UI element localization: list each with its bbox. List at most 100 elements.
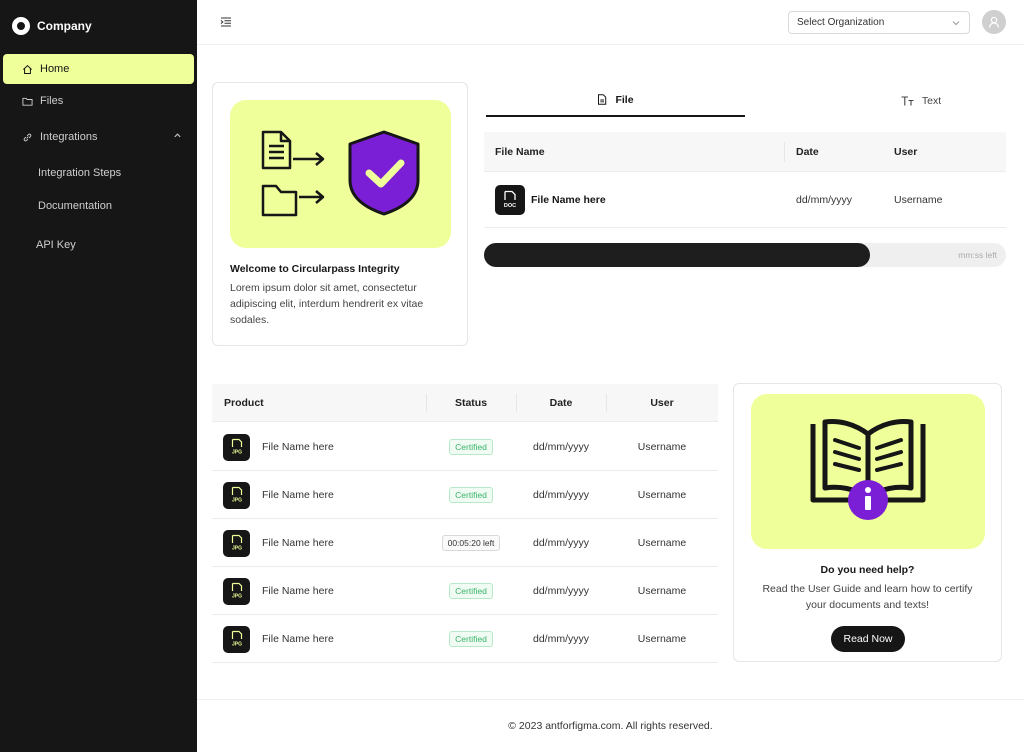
- upload-progress-bar: mm:ss left: [484, 243, 1006, 267]
- table-header: File Name Date User: [484, 132, 1006, 172]
- file-type-label: JPG: [231, 642, 241, 648]
- tab-text[interactable]: Text: [866, 84, 976, 117]
- sidebar: Company Home Files Integrations Integrat…: [0, 0, 197, 752]
- help-illustration: [751, 394, 985, 549]
- tab-file[interactable]: File: [486, 84, 745, 117]
- column-header-file-name: File Name: [495, 146, 545, 158]
- company-logo-icon: [12, 17, 30, 35]
- table-row[interactable]: JPG File Name here Certified dd/mm/yyyy …: [212, 615, 718, 663]
- menu-fold-icon[interactable]: [220, 15, 234, 29]
- document-arrow-icon: [261, 130, 325, 170]
- top-bar: Select Organization: [197, 0, 1024, 45]
- copyright-text: © 2023 antforfigma.com. All rights reser…: [508, 720, 713, 732]
- organization-select-placeholder: Select Organization: [797, 17, 885, 28]
- welcome-card: Welcome to Circularpass Integrity Lorem …: [212, 82, 468, 346]
- file-icon: [597, 94, 607, 105]
- jpg-file-icon: JPG: [223, 529, 250, 557]
- status-badge: Certified: [449, 583, 493, 599]
- link-icon: [21, 131, 33, 143]
- product-user: Username: [637, 633, 687, 645]
- product-user: Username: [637, 441, 687, 453]
- file-name: File Name here: [531, 194, 606, 206]
- sidebar-item-documentation[interactable]: Documentation: [38, 200, 112, 212]
- file-type-label: JPG: [231, 546, 241, 552]
- file-date: dd/mm/yyyy: [796, 194, 853, 206]
- product-user: Username: [637, 489, 687, 501]
- footer: © 2023 antforfigma.com. All rights reser…: [197, 699, 1024, 752]
- product-date: dd/mm/yyyy: [532, 441, 589, 453]
- table-row[interactable]: JPG File Name here Certified dd/mm/yyyy …: [212, 423, 718, 471]
- upload-progress-fill: [484, 243, 871, 267]
- doc-file-icon: DOC: [495, 185, 525, 215]
- verified-shield-icon: [348, 130, 420, 216]
- font-size-icon: [901, 95, 914, 106]
- product-date: dd/mm/yyyy: [532, 633, 589, 645]
- folder-icon: [21, 95, 33, 107]
- chevron-down-icon: [951, 18, 961, 31]
- sidebar-item-integration-steps[interactable]: Integration Steps: [38, 167, 121, 179]
- sidebar-item-api-key[interactable]: API Key: [36, 239, 76, 251]
- column-header-status: Status: [454, 397, 488, 409]
- table-row[interactable]: JPG File Name here 00:05:20 left dd/mm/y…: [212, 519, 718, 567]
- file-user: Username: [894, 194, 943, 206]
- sidebar-item-integrations[interactable]: Integrations: [3, 122, 194, 152]
- status-badge: Certified: [449, 487, 493, 503]
- welcome-illustration: [230, 100, 451, 248]
- read-now-button[interactable]: Read Now: [831, 626, 905, 652]
- file-type-label: DOC: [504, 203, 516, 209]
- uploaded-file-table: File Name Date User DOC File Name here d…: [484, 132, 1006, 228]
- help-title: Do you need help?: [820, 564, 915, 576]
- help-card: Do you need help? Read the User Guide an…: [733, 383, 1002, 662]
- status-badge: Certified: [449, 631, 493, 647]
- sidebar-item-home[interactable]: Home: [3, 54, 194, 84]
- home-icon: [21, 63, 33, 75]
- sidebar-item-label: Integrations: [40, 131, 98, 143]
- organization-select[interactable]: Select Organization: [788, 11, 970, 34]
- jpg-file-icon: JPG: [223, 577, 250, 605]
- folder-arrow-icon: [261, 184, 325, 217]
- brand-name: Company: [37, 19, 92, 33]
- welcome-title: Welcome to Circularpass Integrity: [230, 263, 400, 275]
- user-icon: [988, 16, 1000, 28]
- table-row[interactable]: JPG File Name here Certified dd/mm/yyyy …: [212, 567, 718, 615]
- product-name: File Name here: [262, 537, 334, 549]
- jpg-file-icon: JPG: [223, 433, 250, 461]
- sidebar-item-files[interactable]: Files: [3, 86, 194, 116]
- table-row[interactable]: JPG File Name here Certified dd/mm/yyyy …: [212, 471, 718, 519]
- time-remaining: mm:ss left: [958, 250, 997, 260]
- tab-label: File: [615, 93, 634, 106]
- product-name: File Name here: [262, 489, 334, 501]
- column-header-user: User: [650, 397, 674, 409]
- column-header-product: Product: [224, 397, 264, 409]
- table-row[interactable]: DOC File Name here dd/mm/yyyy Username: [484, 172, 1006, 228]
- table-header: Product Status Date User: [212, 384, 718, 422]
- tab-label: Text: [921, 94, 942, 107]
- status-badge: 00:05:20 left: [441, 535, 501, 551]
- column-header-date: Date: [549, 397, 573, 409]
- file-type-label: JPG: [231, 594, 241, 600]
- jpg-file-icon: JPG: [223, 625, 250, 653]
- avatar[interactable]: [982, 10, 1006, 34]
- info-icon: [848, 480, 888, 520]
- help-description: Read the User Guide and learn how to cer…: [762, 583, 973, 611]
- brand[interactable]: Company: [12, 17, 92, 35]
- input-type-tabs: File Text: [486, 84, 1006, 117]
- product-date: dd/mm/yyyy: [532, 489, 589, 501]
- column-divider: [784, 142, 785, 162]
- column-header-date: Date: [796, 146, 819, 158]
- file-type-label: JPG: [231, 498, 241, 504]
- sidebar-item-label: Home: [40, 63, 70, 75]
- sidebar-item-label: Files: [40, 95, 64, 107]
- status-badge: Certified: [449, 439, 493, 455]
- chevron-up-icon[interactable]: [173, 131, 182, 143]
- product-date: dd/mm/yyyy: [532, 537, 589, 549]
- jpg-file-icon: JPG: [223, 481, 250, 509]
- welcome-description: Lorem ipsum dolor sit amet, consectetur …: [230, 282, 424, 326]
- product-user: Username: [637, 585, 687, 597]
- product-user: Username: [637, 537, 687, 549]
- column-header-user: User: [894, 146, 918, 158]
- product-date: dd/mm/yyyy: [532, 585, 589, 597]
- product-name: File Name here: [262, 441, 334, 453]
- product-name: File Name here: [262, 633, 334, 645]
- product-name: File Name here: [262, 585, 334, 597]
